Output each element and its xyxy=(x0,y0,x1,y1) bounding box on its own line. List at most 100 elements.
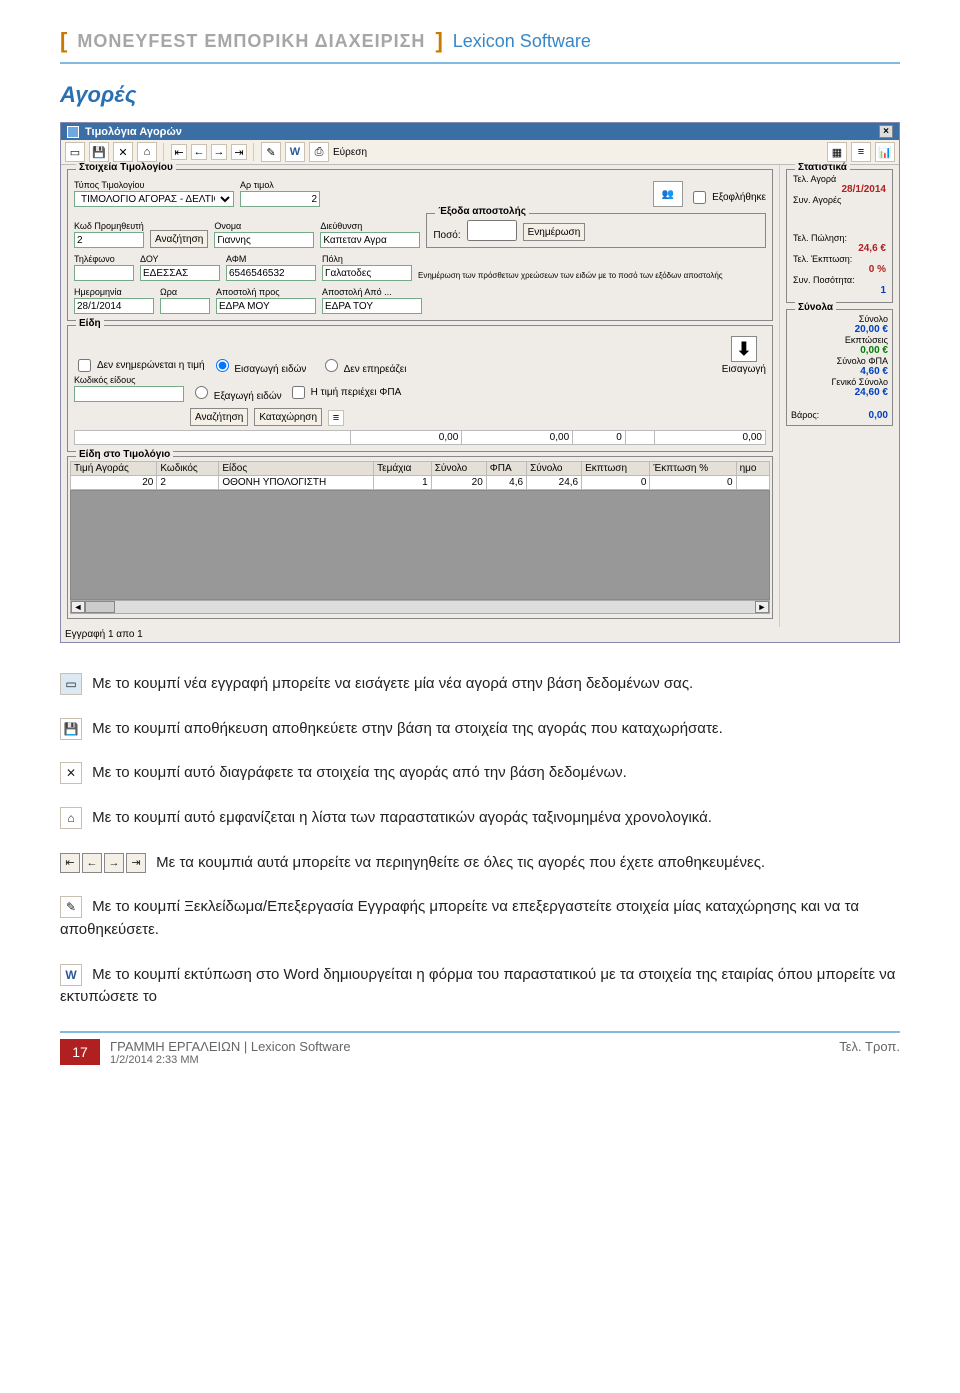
toolbar-word-icon[interactable]: W xyxy=(285,142,305,162)
shipfrom-input[interactable] xyxy=(322,298,422,314)
footer-line2: 1/2/2014 2:33 ΜΜ xyxy=(110,1054,351,1066)
radio-export-wrapper[interactable]: Εξαγωγή ειδών xyxy=(190,383,282,402)
total-sum-label: Σύνολο xyxy=(791,314,888,324)
stat-last-purchase-label: Τελ. Αγορά xyxy=(793,174,886,184)
item-code-input[interactable] xyxy=(74,386,184,402)
table-row[interactable]: 20 2 ΟΘΟΝΗ ΥΠΟΛΟΓΙΣΤΗ 1 20 4,6 24,6 0 0 xyxy=(71,476,770,490)
paid-checkbox-wrapper[interactable]: Εξοφλήθηκε xyxy=(689,188,766,207)
toolbar-new-icon[interactable]: ▭ xyxy=(65,142,85,162)
paragraph-list: ⌂ Με το κουμπί αυτό εμφανίζεται η λίστα … xyxy=(60,807,900,830)
radio-import-wrapper[interactable]: Εισαγωγή ειδών xyxy=(211,356,307,375)
date-input[interactable] xyxy=(74,298,154,314)
toolbar-extra3-icon[interactable]: 📊 xyxy=(875,142,895,162)
paragraph-unlock: ✎ Με το κουμπί Ξεκλείδωμα/Επεξεργασία Εγ… xyxy=(60,896,900,941)
time-input[interactable] xyxy=(160,298,210,314)
paid-checkbox[interactable] xyxy=(693,191,706,204)
radio-noaffect[interactable] xyxy=(325,359,338,372)
word-icon: W xyxy=(60,964,82,986)
shipping-amount-label: Ποσό: xyxy=(433,230,460,241)
window-titlebar[interactable]: Τιμολόγια Αγορών × xyxy=(61,123,899,140)
shipping-update-button[interactable]: Ενημέρωση xyxy=(523,223,586,241)
people-icon[interactable]: 👥 xyxy=(653,181,683,207)
no-update-price-checkbox-wrapper[interactable]: Δεν ενημερώνεται η τιμή xyxy=(74,356,205,375)
paragraph-save: 💾 Με το κουμπί αποθήκευση αποθηκεύετε στ… xyxy=(60,718,900,741)
list-icon: ⌂ xyxy=(60,807,82,829)
horizontal-scrollbar[interactable]: ◄ ► xyxy=(70,600,770,614)
toolbar-extra1-icon[interactable]: ▦ xyxy=(827,142,847,162)
price-incl-vat-checkbox-wrapper[interactable]: Η τιμή περιέχει ΦΠΑ xyxy=(288,383,402,402)
type-label: Τύπος Τιμολογίου xyxy=(74,180,234,190)
scroll-left-icon[interactable]: ◄ xyxy=(71,601,85,613)
stat-last-purchase-value: 28/1/2014 xyxy=(793,184,886,195)
shipping-amount-input[interactable] xyxy=(467,220,517,241)
close-icon[interactable]: × xyxy=(879,125,893,138)
type-select[interactable]: ΤΙΜΟΛΟΓΙΟ ΑΓΟΡΑΣ - ΔΕΛΤΙΟ xyxy=(74,191,234,207)
window-icon xyxy=(67,126,79,138)
item-search-button[interactable]: Αναζήτηση xyxy=(190,408,248,426)
name-input[interactable] xyxy=(214,232,314,248)
toolbar-find-label: Εύρεση xyxy=(333,147,367,158)
group-items-title: Είδη xyxy=(76,318,104,329)
toolbar-save-icon[interactable]: 💾 xyxy=(89,142,109,162)
radio-export[interactable] xyxy=(195,386,208,399)
phone-input[interactable] xyxy=(74,265,134,281)
item-register-button[interactable]: Καταχώρηση xyxy=(254,408,322,426)
toolbar-next-icon[interactable]: → xyxy=(211,144,227,160)
no-update-price-checkbox[interactable] xyxy=(78,359,91,372)
toolbar: ▭ 💾 ✕ ⌂ ⇤ ← → ⇥ ✎ W ⎙ Εύρεση ▦ ≡ 📊 xyxy=(61,140,899,165)
doy-label: ΔΟΥ xyxy=(140,254,220,264)
total-sum-value: 20,00 € xyxy=(791,324,888,335)
afm-input[interactable] xyxy=(226,265,316,281)
total-grand-value: 24,60 € xyxy=(791,387,888,398)
shipto-input[interactable] xyxy=(216,298,316,314)
item-list-icon[interactable]: ≡ xyxy=(328,410,344,426)
toolbar-first-icon[interactable]: ⇤ xyxy=(171,144,187,160)
toolbar-unlock-icon[interactable]: ✎ xyxy=(261,142,281,162)
toolbar-print-icon[interactable]: ⎙ xyxy=(309,142,329,162)
address-label: Διεύθυνση xyxy=(320,221,420,231)
doy-input[interactable] xyxy=(140,265,220,281)
scroll-right-icon[interactable]: ► xyxy=(755,601,769,613)
total-weight-value: 0,00 xyxy=(869,410,888,421)
import-button-label: Εισαγωγή xyxy=(722,364,766,375)
afm-label: ΑΦΜ xyxy=(226,254,316,264)
table-header-row: Τιμή Αγοράς Κωδικός Είδος Τεμάχια Σύνολο… xyxy=(71,462,770,476)
time-label: Ωρα xyxy=(160,287,210,297)
import-arrow-icon[interactable]: ⬇ xyxy=(731,336,757,362)
paragraph-word: W Με το κουμπί εκτύπωση στο Word δημιουρ… xyxy=(60,964,900,1009)
total-vat-label: Σύνολο ΦΠΑ xyxy=(791,356,888,366)
city-input[interactable] xyxy=(322,265,412,281)
address-input[interactable] xyxy=(320,232,420,248)
shipto-label: Αποστολή προς xyxy=(216,287,316,297)
radio-noaffect-wrapper[interactable]: Δεν επηρεάζει xyxy=(320,356,406,375)
app-window: Τιμολόγια Αγορών × ▭ 💾 ✕ ⌂ ⇤ ← → ⇥ ✎ W ⎙… xyxy=(60,122,900,643)
total-disc-value: 0,00 € xyxy=(791,345,888,356)
toolbar-extra2-icon[interactable]: ≡ xyxy=(851,142,871,162)
toolbar-last-icon[interactable]: ⇥ xyxy=(231,144,247,160)
page-footer: 17 ΓΡΑΜΜΗ ΕΡΓΑΛΕΙΩΝ | Lexicon Software 1… xyxy=(60,1031,900,1066)
footer-right: Τελ. Τροπ. xyxy=(839,1039,900,1054)
nav-first-icon: ⇤ xyxy=(60,853,80,873)
total-disc-label: Εκπτώσεις xyxy=(791,335,888,345)
toolbar-prev-icon[interactable]: ← xyxy=(191,144,207,160)
supplier-search-button[interactable]: Αναζήτηση xyxy=(150,230,208,248)
toolbar-delete-icon[interactable]: ✕ xyxy=(113,142,133,162)
toolbar-list-icon[interactable]: ⌂ xyxy=(137,142,157,162)
page-number: 17 xyxy=(60,1039,100,1065)
group-invoice-title: Στοιχεία Τιμολογίου xyxy=(76,162,176,173)
lines-table[interactable]: Τιμή Αγοράς Κωδικός Είδος Τεμάχια Σύνολο… xyxy=(70,461,770,490)
header-title-main: MONEYFEST ΕΜΠΟΡΙΚΗ ΔΙΑΧΕΙΡΙΣΗ xyxy=(77,31,425,52)
price-incl-vat-checkbox[interactable] xyxy=(292,386,305,399)
supplier-code-input[interactable] xyxy=(74,232,144,248)
paragraph-new: ▭ Με το κουμπί νέα εγγραφή μπορείτε να ε… xyxy=(60,673,900,696)
group-shipping-title: Έξοδα αποστολής xyxy=(435,206,529,217)
totals-title: Σύνολα xyxy=(795,302,836,313)
radio-import[interactable] xyxy=(216,359,229,372)
scroll-thumb[interactable] xyxy=(85,601,115,613)
stat-last-disc-label: Τελ. Έκπτωση: xyxy=(793,254,886,264)
record-status: Εγγραφή 1 απο 1 xyxy=(61,627,899,642)
paragraph-nav: ⇤ ← → ⇥ Με τα κουμπιά αυτά μπορείτε να π… xyxy=(60,852,900,875)
nav-next-icon: → xyxy=(104,853,124,873)
name-label: Ονομα xyxy=(214,221,314,231)
number-input[interactable] xyxy=(240,191,320,207)
